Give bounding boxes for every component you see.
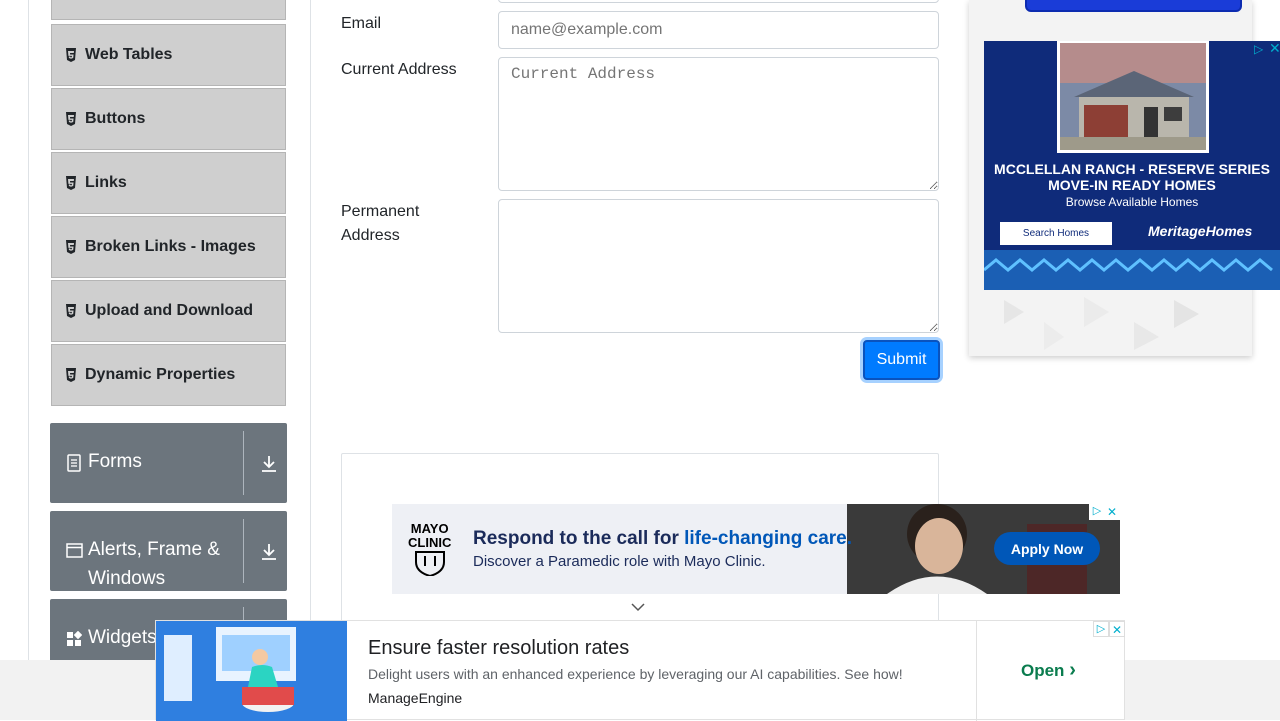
sidebar-item-links[interactable]: Links [51, 152, 286, 214]
divider [243, 431, 244, 495]
adchoices-icon[interactable]: ▷ [1093, 621, 1109, 637]
mayo-headline: Respond to the call for life-changing ca… [473, 528, 852, 549]
manageengine-ad-illustration [156, 621, 347, 721]
close-icon[interactable]: ✕ [1109, 621, 1125, 637]
email-label: Email [341, 15, 382, 32]
name-field-partial[interactable] [498, 0, 939, 3]
search-homes-button[interactable]: Search Homes [1000, 222, 1112, 245]
html5-icon [65, 176, 79, 190]
sidebar-item-previous[interactable] [51, 0, 286, 20]
sidebar-item-label: Upload and Download [85, 302, 253, 319]
ad-title: Ensure faster resolution rates [368, 637, 630, 659]
group-forms[interactable]: Forms [50, 423, 287, 503]
meritage-logo: MeritageHomes [1148, 223, 1253, 239]
ad-description: Delight users with an enhanced experienc… [368, 666, 903, 682]
group-label: Alerts, Frame & Windows [88, 539, 220, 589]
html5-icon [65, 304, 79, 318]
html5-icon [65, 112, 79, 126]
group-label: Widgets [88, 627, 157, 648]
permanent-address-label: Permanent Address [341, 203, 420, 244]
submit-button[interactable]: Submit [863, 340, 940, 380]
mayo-banner-ad[interactable]: MAYO CLINIC Respond to the call for life… [392, 504, 1120, 594]
sidebar-item-dynamic-properties[interactable]: Dynamic Properties [51, 344, 286, 406]
sidebar-item-label: Broken Links - Images [85, 238, 256, 255]
open-button[interactable]: Open › [1021, 659, 1076, 682]
adchoices-icon[interactable]: ▷ [1254, 42, 1263, 56]
current-address-label: Current Address [341, 61, 457, 78]
house-ad-subtitle: Browse Available Homes [1065, 195, 1199, 209]
house-ad[interactable]: MCCLELLAN RANCH - RESERVE SERIES MOVE-IN… [984, 41, 1280, 290]
close-icon[interactable]: ✕ [1104, 504, 1120, 520]
html5-icon [65, 368, 79, 382]
email-field[interactable] [498, 11, 939, 49]
sidebar-item-broken-links[interactable]: Broken Links - Images [51, 216, 286, 278]
group-label: Forms [88, 451, 142, 472]
chevron-down-icon[interactable] [630, 600, 646, 618]
sidebar-item-label: Links [85, 174, 127, 191]
divider [243, 519, 244, 583]
sidebar-item-label: Web Tables [85, 46, 173, 63]
manageengine-ad[interactable]: Ensure faster resolution rates Delight u… [155, 620, 1125, 721]
sidebar-item-buttons[interactable]: Buttons [51, 88, 286, 150]
sidebar-item-label: Dynamic Properties [85, 366, 236, 383]
sidebar-item-upload-download[interactable]: Upload and Download [51, 280, 286, 342]
download-icon[interactable] [259, 454, 279, 474]
mayo-logo: MAYO CLINIC [408, 522, 451, 579]
sidebar-item-label: Buttons [85, 110, 146, 127]
html5-icon [65, 240, 79, 254]
sidebar-item-web-tables[interactable]: Web Tables [51, 24, 286, 86]
adchoices-icon[interactable]: ▷ [1089, 504, 1105, 520]
ad-pattern [1004, 297, 1199, 350]
download-icon[interactable] [259, 542, 279, 562]
house-ad-headline: MCCLELLAN RANCH - RESERVE SERIES MOVE-IN… [994, 161, 1270, 193]
current-address-field[interactable] [498, 57, 939, 191]
ad-top-button[interactable] [1025, 0, 1242, 12]
html5-icon [65, 48, 79, 62]
mayo-subtitle: Discover a Paramedic role with Mayo Clin… [473, 553, 766, 570]
close-icon[interactable]: ✕ [1269, 40, 1280, 57]
chevron-right-icon: › [1069, 659, 1076, 681]
ad-brand: ManageEngine [368, 690, 463, 706]
window-icon [66, 543, 83, 563]
permanent-address-field[interactable] [498, 199, 939, 333]
divider [976, 621, 977, 721]
apply-now-button[interactable]: Apply Now [994, 532, 1100, 565]
widgets-icon [66, 630, 83, 652]
group-alerts-frame-windows[interactable]: Alerts, Frame & Windows [50, 511, 287, 591]
document-icon [66, 454, 82, 477]
